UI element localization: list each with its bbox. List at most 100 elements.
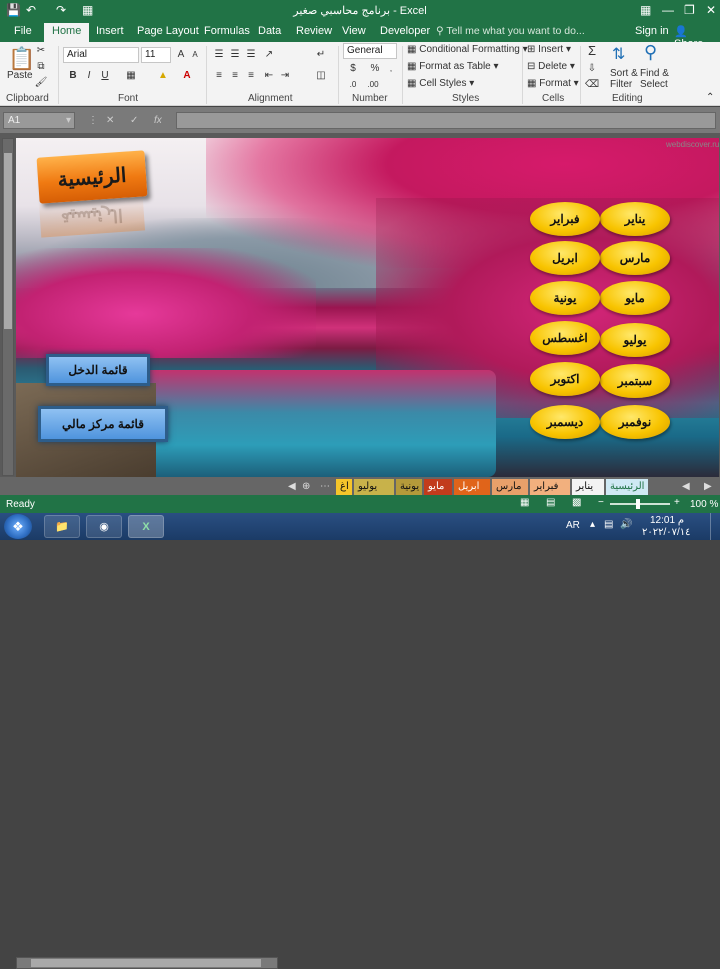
horizontal-scroll-thumb[interactable] [31,959,261,967]
page-layout-view-icon[interactable]: ▤ [546,497,555,508]
tab-data[interactable]: Data [258,25,281,37]
name-box[interactable]: A1 [3,112,75,129]
month-button-may[interactable]: مايو [600,281,670,315]
number-format-select[interactable]: General [343,43,397,59]
format-painter-icon[interactable]: 🖌 [34,76,48,90]
tab-review[interactable]: Review [296,25,332,37]
clear-icon[interactable]: ⌫ [585,78,599,92]
cancel-icon[interactable]: ✕ [106,115,114,126]
month-button-october[interactable]: اكتوبر [530,362,600,396]
font-color-icon[interactable]: A [180,69,194,83]
ribbon-display-icon[interactable]: ▦ [640,3,651,17]
wrap-text-icon[interactable]: ↵ [314,48,328,62]
insert-function-button[interactable]: fx [154,115,162,126]
clock-time[interactable]: 12:01 م [650,515,684,526]
month-button-february[interactable]: فبراير [530,202,600,236]
home-title-button[interactable]: الرئيسية [36,150,148,204]
name-box-dropdown-icon[interactable]: ▾ [66,115,71,126]
tab-scroll-prev-icon[interactable]: ◀ [678,479,694,495]
month-button-november[interactable]: نوفمبر [600,405,670,439]
merge-center-icon[interactable]: ◫ [314,69,328,83]
sort-filter-label[interactable]: Sort & [610,68,638,79]
insert-cells-button[interactable]: ⊞ Insert ▾ [527,44,571,55]
input-language[interactable]: AR [566,520,580,531]
financial-position-button[interactable]: قائمة مركز مالي [38,406,168,442]
sign-in-link[interactable]: Sign in [635,25,669,37]
font-size-select[interactable]: 11 [141,47,171,63]
zoom-slider-thumb[interactable] [636,499,640,509]
add-sheet-icon[interactable]: ⊕ [298,479,314,495]
tray-arrow-icon[interactable]: ▴ [590,519,595,530]
copy-icon[interactable]: ⧉ [34,60,48,74]
find-select-label-2[interactable]: Select [640,79,668,90]
percent-button[interactable]: % [368,62,382,76]
bold-button[interactable]: B [66,69,80,83]
align-center-icon[interactable]: ≡ [228,69,242,83]
autosum-icon[interactable]: Σ [585,44,599,58]
close-button[interactable]: ✕ [706,3,716,17]
font-name-select[interactable]: Arial [63,47,139,63]
shrink-font-icon[interactable]: A [188,48,202,62]
sheet-tab-home[interactable]: الرئيسية [606,479,648,495]
maximize-button[interactable]: ❐ [684,3,695,17]
sheet-tab-february[interactable]: فبراير [530,479,570,495]
orientation-icon[interactable]: ↗ [262,48,276,62]
align-top-icon[interactable]: ☰ [212,48,226,62]
income-statement-button[interactable]: قائمة الدخل [46,354,150,386]
sort-filter-label-2[interactable]: Filter [610,79,632,90]
tab-scroll-next-icon[interactable]: ▶ [700,479,716,495]
tab-insert[interactable]: Insert [96,25,124,37]
horizontal-scrollbar[interactable] [16,957,278,969]
increase-decimal-icon[interactable]: .0 [346,78,360,92]
italic-button[interactable]: I [82,69,96,83]
show-desktop-button[interactable] [710,513,720,540]
align-left-icon[interactable]: ≡ [212,69,226,83]
decrease-decimal-icon[interactable]: .00 [366,78,380,92]
month-button-july[interactable]: يوليو [600,323,670,357]
sheet-tab-july[interactable]: يوليو [354,479,394,495]
zoom-in-button[interactable]: + [674,497,680,508]
sheet-tab-january[interactable]: يناير [572,479,604,495]
cell-styles-button[interactable]: ▦ Cell Styles ▾ [407,78,474,89]
tab-page-layout[interactable]: Page Layout [137,25,199,37]
align-middle-icon[interactable]: ☰ [228,48,242,62]
sheet-tab-june[interactable]: يونية [396,479,422,495]
month-button-august[interactable]: اغسطس [530,321,600,355]
firefox-icon[interactable]: ◉ [86,515,122,538]
start-button-icon[interactable]: ❖ [4,514,32,539]
sheet-tab-august[interactable]: اغ [336,479,352,495]
month-button-june[interactable]: يونية [530,281,600,315]
month-button-march[interactable]: مارس [600,241,670,275]
collapse-ribbon-icon[interactable]: ⌃ [706,92,714,103]
fill-icon[interactable]: ⇩ [585,62,599,76]
paste-icon[interactable]: 📋 [8,46,35,72]
network-icon[interactable]: ▤ [604,519,613,530]
tab-file[interactable]: File [14,25,32,37]
decrease-indent-icon[interactable]: ⇤ [262,69,276,83]
align-right-icon[interactable]: ≡ [244,69,258,83]
format-as-table-button[interactable]: ▦ Format as Table ▾ [407,61,499,72]
excel-taskbar-icon[interactable]: X [128,515,164,538]
underline-button[interactable]: U [98,69,112,83]
vertical-scroll-thumb[interactable] [4,153,12,329]
fill-color-icon[interactable]: ▲ [156,69,170,83]
tab-view[interactable]: View [342,25,366,37]
zoom-level[interactable]: 100 % [690,499,718,510]
increase-indent-icon[interactable]: ⇥ [278,69,292,83]
file-explorer-icon[interactable]: 📁 [44,515,80,538]
normal-view-icon[interactable]: ▦ [520,497,529,508]
find-select-icon[interactable]: ⚲ [644,42,657,63]
sheet-tab-may[interactable]: مايو [424,479,452,495]
sheet-tab-march[interactable]: مارس [492,479,528,495]
tab-home[interactable]: Home [44,23,90,42]
sort-filter-icon[interactable]: ⇅ [612,44,625,64]
format-cells-button[interactable]: ▦ Format ▾ [527,78,579,89]
enter-icon[interactable]: ✓ [130,115,138,126]
minimize-button[interactable]: — [662,3,674,17]
comma-style-icon[interactable]: , [384,62,398,76]
month-button-september[interactable]: سبتمبر [600,364,670,398]
month-button-december[interactable]: ديسمبر [530,405,600,439]
tell-me-search[interactable]: ⚲ Tell me what you want to do... [436,25,585,37]
clock-date[interactable]: ٢٠٢٢/٠٧/١٤ [642,527,691,538]
cut-icon[interactable]: ✂ [34,44,48,58]
